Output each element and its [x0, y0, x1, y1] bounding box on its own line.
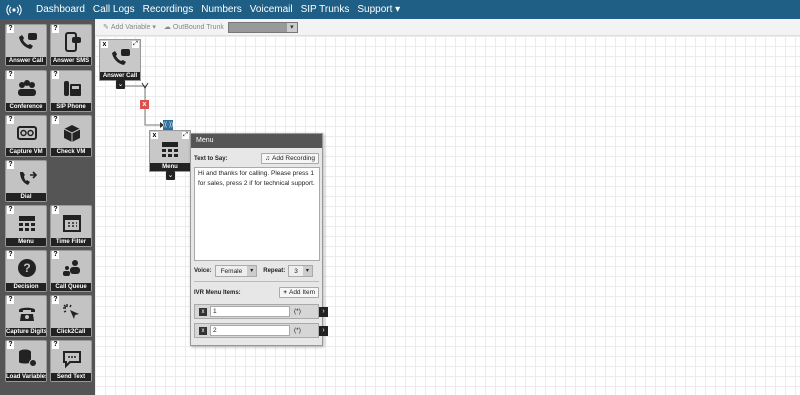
item-output-port-icon[interactable]: ›	[319, 326, 328, 336]
ivr-menu-item: x 2 (*) ›	[194, 323, 328, 338]
delete-node-icon[interactable]: x	[101, 41, 108, 48]
node-label: Answer Call	[100, 72, 140, 80]
menu-properties-panel: Menu Text to Say: ♫ Add Recording Hi and…	[190, 133, 328, 346]
wildcard-indicator: (*)	[294, 308, 301, 315]
repeat-label: Repeat:	[263, 268, 286, 274]
delete-node-icon[interactable]: x	[151, 132, 158, 139]
repeat-select[interactable]: 3 ▾	[288, 265, 313, 277]
expand-icon[interactable]: ⤢	[132, 41, 139, 48]
remove-connection-icon[interactable]: x	[140, 100, 149, 109]
add-recording-label: Add Recording	[272, 155, 315, 162]
keypad-icon	[162, 142, 178, 157]
node-answer-call[interactable]: x ⤢ Answer Call ⌄	[99, 39, 141, 89]
remove-item-icon[interactable]: x	[199, 326, 207, 335]
item-output-port-icon[interactable]: ›	[319, 307, 328, 317]
add-recording-button[interactable]: ♫ Add Recording	[261, 153, 319, 164]
text-to-say-textarea[interactable]: Hi and thanks for calling. Please press …	[194, 167, 320, 261]
node-input-port-icon[interactable]: ((·))	[163, 120, 173, 130]
expand-icon[interactable]: ⤢	[182, 132, 189, 139]
voice-value: Female	[220, 267, 243, 275]
panel-title: Menu	[191, 134, 322, 148]
wildcard-indicator: (*)	[294, 327, 301, 334]
remove-item-icon[interactable]: x	[199, 307, 207, 316]
repeat-value: 3	[294, 267, 298, 275]
voice-label: Voice:	[194, 268, 212, 274]
divider	[194, 281, 319, 282]
chevron-down-icon[interactable]: ⌄	[166, 171, 175, 180]
add-item-button[interactable]: + Add Item	[279, 287, 319, 298]
node-menu[interactable]: x ⤢ Menu ⌄	[149, 130, 191, 180]
add-item-label: Add Item	[288, 289, 315, 296]
text-to-say-label: Text to Say:	[194, 155, 228, 162]
plus-icon: +	[283, 289, 287, 296]
node-label: Menu	[150, 163, 190, 171]
chevron-down-icon: ▾	[302, 266, 312, 276]
ivr-menu-items-label: IVR Menu Items:	[194, 289, 241, 296]
chevron-down-icon: ▾	[247, 266, 257, 276]
voice-select[interactable]: Female ▾	[214, 265, 258, 277]
ivr-item-input[interactable]: 2	[210, 325, 290, 336]
ivr-menu-item: x 1 (*) ›	[194, 304, 328, 319]
music-note-icon: ♫	[265, 155, 270, 162]
ivr-item-input[interactable]: 1	[210, 306, 290, 317]
chevron-down-icon[interactable]: ⌄	[116, 80, 125, 89]
phone-chat-icon	[112, 49, 130, 65]
